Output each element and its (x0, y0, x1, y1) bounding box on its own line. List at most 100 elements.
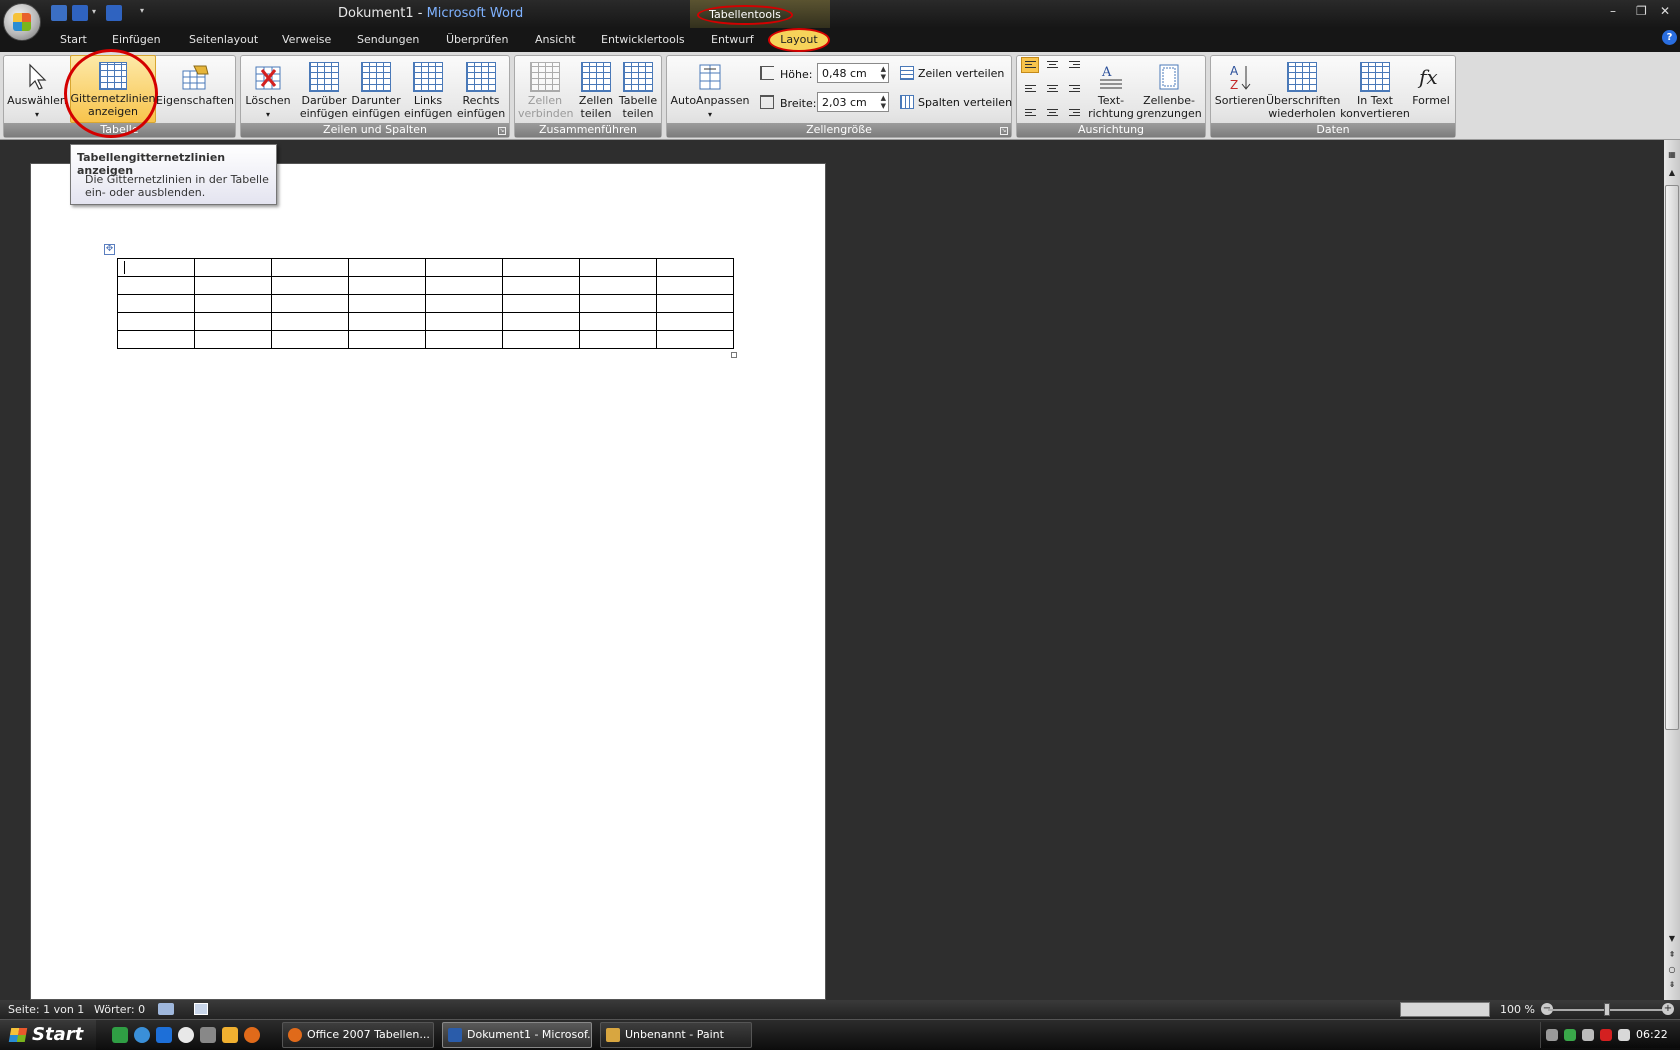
table-cell[interactable] (579, 330, 657, 349)
table-resize-handle[interactable] (731, 352, 737, 358)
table-cell[interactable] (348, 258, 426, 277)
ruler-toggle-icon[interactable]: ▦ (1664, 148, 1680, 162)
zoom-in-icon[interactable]: + (1662, 1003, 1674, 1015)
ie-icon[interactable] (156, 1027, 172, 1043)
document-table[interactable] (117, 258, 734, 349)
tab-verweise[interactable]: Verweise (282, 33, 331, 46)
table-cell[interactable] (271, 294, 349, 313)
darunter-einfuegen-button[interactable]: Darunter einfügen (350, 58, 402, 120)
tab-entwicklertools[interactable]: Entwicklertools (601, 33, 685, 46)
table-cell[interactable] (271, 312, 349, 331)
align-middle-right-icon[interactable] (1065, 79, 1083, 95)
zellen-teilen-button[interactable]: Zellen teilen (574, 58, 618, 120)
auswaehlen-button[interactable]: Auswählen ▾ (6, 58, 68, 121)
table-cell[interactable] (656, 330, 734, 349)
save-icon[interactable] (51, 5, 67, 21)
taskbar-item-paint[interactable]: Unbenannt - Paint (600, 1022, 752, 1048)
table-cell[interactable] (656, 312, 734, 331)
table-move-handle-icon[interactable]: ✥ (104, 244, 115, 255)
start-button[interactable]: Start (0, 1020, 96, 1050)
tab-layout[interactable]: Layout (768, 28, 830, 52)
mail-icon[interactable] (222, 1027, 238, 1043)
sortieren-button[interactable]: AZ Sortieren (1214, 58, 1266, 107)
display-icon[interactable] (1618, 1029, 1630, 1041)
align-bottom-left-icon[interactable] (1021, 101, 1039, 117)
table-cell[interactable] (502, 276, 580, 295)
table-cell[interactable] (425, 294, 503, 313)
spalten-verteilen-button[interactable]: Spalten verteilen (918, 96, 1012, 109)
table-cell[interactable] (194, 258, 272, 277)
proofing-icon[interactable] (158, 1003, 174, 1015)
scroll-thumb[interactable] (1665, 185, 1679, 730)
table-cell[interactable] (194, 294, 272, 313)
search-icon[interactable] (200, 1027, 216, 1043)
clock[interactable]: 06:22 (1636, 1028, 1668, 1041)
dialog-launcher-icon[interactable]: ↘ (1000, 127, 1008, 135)
network-icon[interactable] (1546, 1029, 1558, 1041)
align-middle-center-icon[interactable] (1043, 79, 1061, 95)
table-cell[interactable] (348, 276, 426, 295)
table-cell[interactable] (502, 312, 580, 331)
rechts-einfuegen-button[interactable]: Rechts einfügen (456, 58, 506, 120)
autoanpassen-button[interactable]: AutoAnpassen ▾ (670, 58, 750, 121)
media-player-icon[interactable] (178, 1027, 194, 1043)
help-icon[interactable]: ? (1662, 30, 1677, 45)
table-cell[interactable] (194, 276, 272, 295)
word-count[interactable]: Wörter: 0 (94, 1003, 145, 1016)
tab-sendungen[interactable]: Sendungen (357, 33, 419, 46)
tab-seitenlayout[interactable]: Seitenlayout (189, 33, 258, 46)
table-cell[interactable] (656, 258, 734, 277)
undo-dropdown-icon[interactable]: ▾ (92, 7, 96, 16)
align-bottom-center-icon[interactable] (1043, 101, 1061, 117)
globe-icon[interactable] (134, 1027, 150, 1043)
next-page-icon[interactable]: ⇟ (1664, 978, 1680, 992)
links-einfuegen-button[interactable]: Links einfügen (404, 58, 452, 120)
tab-start[interactable]: Start (60, 33, 87, 46)
table-cell[interactable] (502, 258, 580, 277)
close-icon[interactable]: ✕ (1660, 4, 1670, 18)
tabelle-teilen-button[interactable]: Tabelle teilen (616, 58, 660, 120)
scroll-down-icon[interactable]: ▼ (1664, 932, 1680, 946)
table-cell[interactable] (194, 330, 272, 349)
table-cell[interactable] (271, 258, 349, 277)
table-cell[interactable] (194, 312, 272, 331)
previous-page-icon[interactable]: ⇞ (1664, 948, 1680, 962)
table-cell[interactable] (656, 276, 734, 295)
breite-spinner[interactable]: 2,03 cm ▲ ▼ (817, 92, 889, 112)
undo-icon[interactable] (72, 5, 88, 21)
office-button[interactable] (3, 3, 41, 41)
minimize-icon[interactable]: – (1610, 4, 1616, 18)
taskbar-item-word[interactable]: Dokument1 - Microsof... (442, 1022, 592, 1048)
align-top-center-icon[interactable] (1043, 57, 1061, 73)
hoehe-spinner[interactable]: 0,48 cm ▲ ▼ (817, 63, 889, 83)
table-cell[interactable] (117, 258, 195, 277)
table-cell[interactable] (117, 330, 195, 349)
table-cell[interactable] (271, 330, 349, 349)
antivirus-icon[interactable] (1600, 1029, 1612, 1041)
dialog-launcher-icon[interactable]: ↘ (498, 127, 506, 135)
zellenbegrenzungen-button[interactable]: Zellenbe-grenzungen (1136, 58, 1202, 120)
table-cell[interactable] (579, 276, 657, 295)
volume-icon[interactable] (1582, 1029, 1594, 1041)
ueberschriften-wiederholen-button[interactable]: Überschriften wiederholen (1266, 58, 1340, 120)
table-cell[interactable] (579, 294, 657, 313)
macro-record-icon[interactable] (194, 1003, 208, 1015)
view-buttons[interactable] (1400, 1002, 1490, 1017)
eigenschaften-button[interactable]: Eigenschaften (156, 58, 234, 107)
align-middle-left-icon[interactable] (1021, 79, 1039, 95)
align-bottom-right-icon[interactable] (1065, 101, 1083, 117)
table-cell[interactable] (425, 276, 503, 295)
spinner-arrows-icon[interactable]: ▲ ▼ (881, 94, 886, 110)
table-cell[interactable] (425, 258, 503, 277)
table-cell[interactable] (348, 294, 426, 313)
formel-button[interactable]: fx Formel (1410, 58, 1452, 107)
page-count[interactable]: Seite: 1 von 1 (8, 1003, 84, 1016)
tab-ansicht[interactable]: Ansicht (535, 33, 576, 46)
tab-ueberpruefen[interactable]: Überprüfen (446, 33, 508, 46)
table-cell[interactable] (348, 312, 426, 331)
table-cell[interactable] (579, 258, 657, 277)
restore-icon[interactable]: ❐ (1636, 4, 1647, 18)
table-cell[interactable] (656, 294, 734, 313)
taskbar-item-firefox[interactable]: Office 2007 Tabellen... (282, 1022, 434, 1048)
zoom-slider-thumb[interactable] (1604, 1003, 1610, 1016)
